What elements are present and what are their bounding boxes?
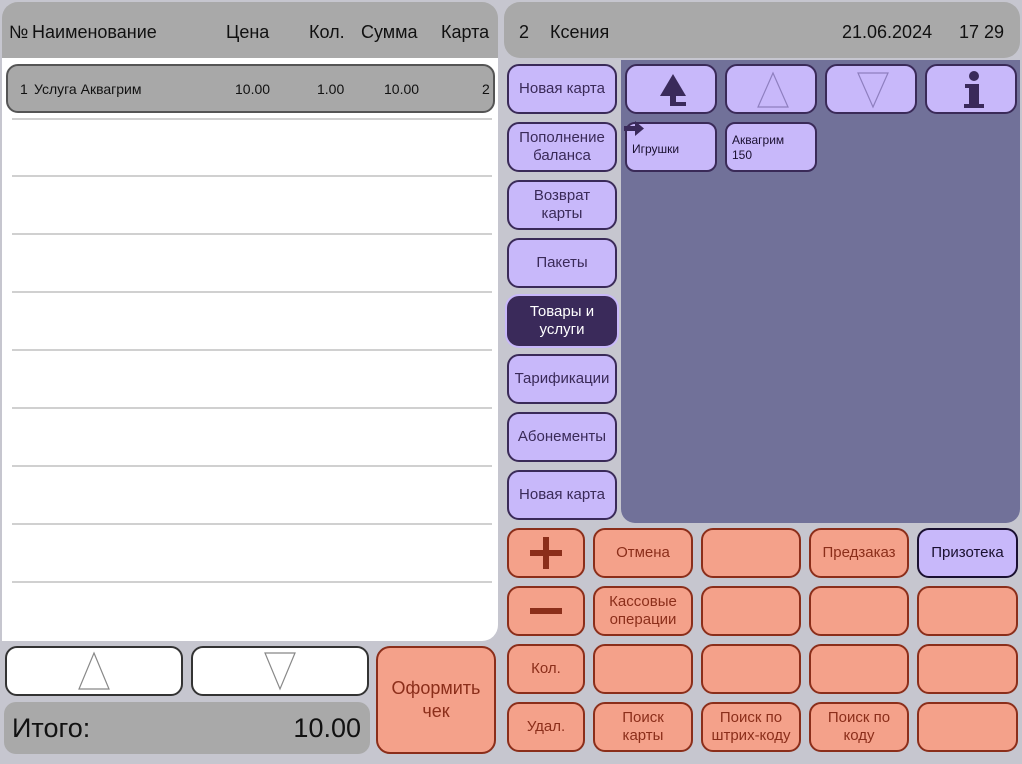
empty-key[interactable] [809, 586, 909, 636]
tile-label: Аквагрим 150 [732, 133, 785, 162]
col-card: Карта [441, 22, 490, 42]
search-barcode-button[interactable]: Поиск по штрих-коду [701, 702, 801, 752]
empty-key[interactable] [701, 644, 801, 694]
cancel-button[interactable]: Отмена [593, 528, 693, 578]
row-name: Услуга Аквагрим [34, 81, 142, 97]
up-root-icon [660, 74, 686, 106]
row-divider [12, 349, 492, 351]
row-divider [12, 291, 492, 293]
receipt-list[interactable] [2, 58, 498, 641]
cash-ops-label: Кассовые операции [609, 593, 677, 628]
category-label: Абонементы [517, 428, 607, 445]
empty-key[interactable] [917, 586, 1018, 636]
col-sum: Сумма [361, 22, 418, 42]
arrow-down-icon [264, 652, 296, 691]
go-root-button[interactable] [625, 64, 717, 114]
category-packages[interactable]: Пакеты [507, 238, 617, 288]
category-new-card-2[interactable]: Новая карта [507, 470, 617, 520]
minus-button[interactable] [507, 586, 585, 636]
row-sum: 10.00 [384, 81, 420, 97]
row-divider [12, 175, 492, 177]
arrow-down-icon [857, 72, 889, 109]
folder-arrow-icon [624, 121, 644, 136]
page-up-button[interactable] [725, 64, 817, 114]
category-label: Возврат карты [533, 187, 591, 222]
empty-key[interactable] [917, 702, 1018, 752]
scroll-up-button[interactable] [5, 646, 183, 696]
plus-icon [530, 537, 562, 569]
category-goods-services[interactable]: Товары и услуги [507, 296, 617, 346]
empty-key[interactable] [701, 528, 801, 578]
empty-key[interactable] [809, 644, 909, 694]
row-qty: 1.00 [317, 81, 345, 97]
minus-icon [530, 608, 562, 614]
category-label: Тарификации [514, 370, 610, 387]
checkout-label: Оформить чек [391, 678, 481, 721]
status-header: 2 Ксения 21.06.2024 17 29 [504, 2, 1020, 58]
search-code-label: Поиск по коду [827, 709, 891, 744]
category-card-return[interactable]: Возврат карты [507, 180, 617, 230]
delete-label: Удал. [526, 718, 566, 735]
arrow-up-icon [78, 651, 110, 690]
empty-key[interactable] [917, 644, 1018, 694]
search-code-button[interactable]: Поиск по коду [809, 702, 909, 752]
tile-folder-toys[interactable]: Игрушки [624, 121, 717, 172]
row-divider [12, 581, 492, 583]
cancel-label: Отмена [616, 544, 670, 561]
search-card-button[interactable]: Поиск карты [593, 702, 693, 752]
delete-button[interactable]: Удал. [507, 702, 585, 752]
category-label: Пополнение баланса [519, 129, 605, 164]
receipt-header: № Наименование Цена Кол. Сумма Карта [2, 2, 498, 58]
col-num: № [9, 22, 29, 42]
category-label: Новая карта [519, 486, 605, 503]
category-label: Новая карта [519, 80, 605, 97]
page-down-button[interactable] [825, 64, 917, 114]
search-card-label: Поиск карты [622, 709, 664, 744]
prize-label: Призотека [931, 544, 1004, 561]
category-new-card[interactable]: Новая карта [507, 64, 617, 114]
row-divider [12, 118, 492, 120]
total-panel: Итого: 10.00 [4, 702, 370, 754]
qty-label: Кол. [531, 660, 561, 677]
col-name: Наименование [32, 22, 157, 42]
row-divider [12, 523, 492, 525]
total-value: 10.00 [293, 713, 361, 743]
prize-store-button[interactable]: Призотека [917, 528, 1018, 578]
row-divider [12, 465, 492, 467]
empty-key[interactable] [701, 586, 801, 636]
category-label: Товары и услуги [529, 303, 595, 338]
col-qty: Кол. [309, 22, 345, 42]
preorder-button[interactable]: Предзаказ [809, 528, 909, 578]
info-button[interactable] [925, 64, 1017, 114]
operator-name: Ксения [550, 22, 610, 42]
operator-id: 2 [519, 22, 530, 42]
cash-operations-button[interactable]: Кассовые операции [593, 586, 693, 636]
checkout-button[interactable]: Оформить чек [376, 646, 496, 754]
quantity-button[interactable]: Кол. [507, 644, 585, 694]
category-subscriptions[interactable]: Абонементы [507, 412, 617, 462]
search-barcode-label: Поиск по штрих-коду [711, 709, 791, 744]
row-price: 10.00 [235, 81, 271, 97]
row-card: 2 [482, 81, 490, 97]
arrow-up-icon [757, 71, 789, 108]
total-label: Итого: [12, 713, 91, 743]
category-label: Пакеты [536, 254, 588, 271]
plus-button[interactable] [507, 528, 585, 578]
info-icon [964, 71, 984, 108]
category-top-up[interactable]: Пополнение баланса [507, 122, 617, 172]
col-price: Цена [226, 22, 270, 42]
empty-key[interactable] [593, 644, 693, 694]
table-row[interactable]: 1 Услуга Аквагрим 10.00 1.00 10.00 2 [6, 64, 495, 113]
current-time: 17 29 [959, 22, 1005, 42]
row-divider [12, 407, 492, 409]
row-num: 1 [20, 81, 28, 97]
preorder-label: Предзаказ [822, 544, 896, 561]
row-divider [12, 233, 492, 235]
tile-aquagrim-150[interactable]: Аквагрим 150 [725, 122, 817, 172]
category-tariffs[interactable]: Тарификации [507, 354, 617, 404]
current-date: 21.06.2024 [842, 22, 933, 42]
scroll-down-button[interactable] [191, 646, 369, 696]
